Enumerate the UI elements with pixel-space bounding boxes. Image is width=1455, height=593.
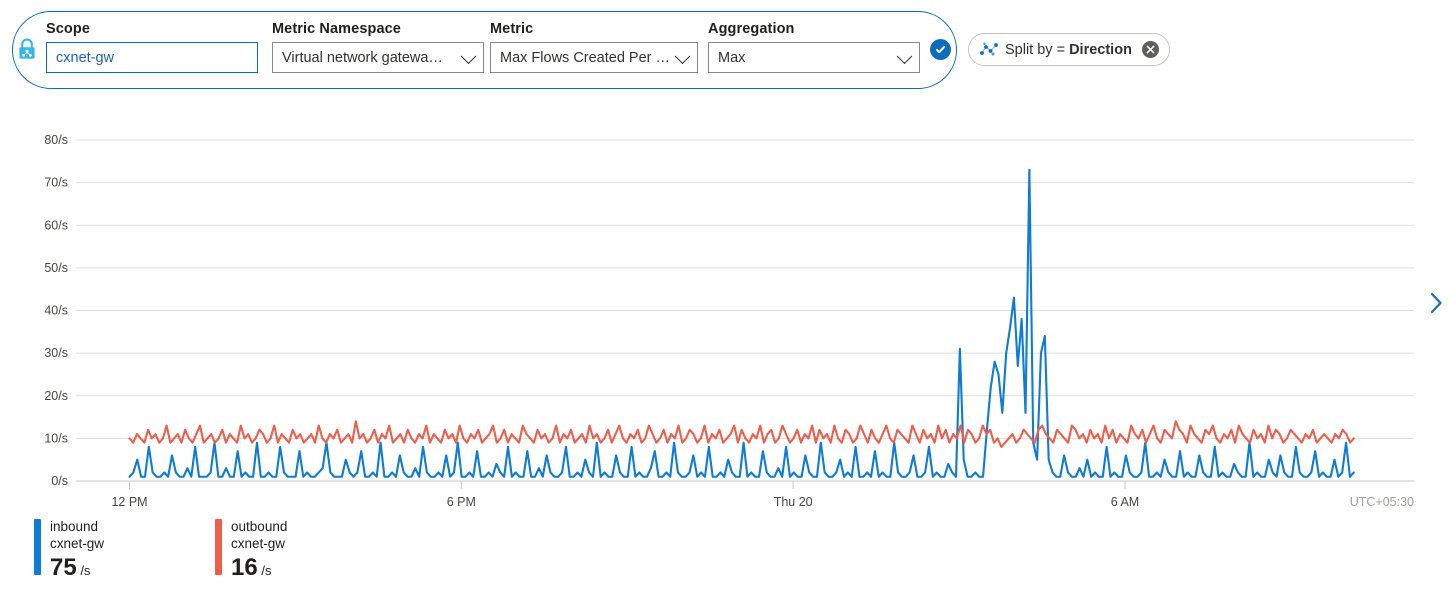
metrics-chart: 0/s 10/s 20/s 30/s 40/s 50/s 60/s 70/s 80/s 12 P… [0,96,1455,526]
expand-panel-button[interactable] [1430,292,1443,314]
x-axis-tick: Thu 20 [774,495,813,509]
split-by-value: Direction [1069,42,1132,58]
aggregation-value: Max [709,50,745,66]
legend-resource-name: cxnet-gw [50,536,104,552]
metric-dropdown[interactable]: Max Flows Created Per … [490,42,698,73]
aggregation-dropdown[interactable]: Max [708,42,920,73]
legend-item-outbound[interactable]: outboundcxnet-gw 16 /s [215,519,287,585]
chevron-right-icon [1430,292,1443,314]
split-by-prefix: Split by = [1005,42,1069,58]
metric-value: Max Flows Created Per … [491,50,670,66]
legend-value: 16 /s [231,554,287,585]
vpn-gateway-lock-icon [14,36,40,62]
chevron-down-icon [675,48,691,64]
metric-namespace-value: Virtual network gatewa… [273,50,443,66]
chart-series-line-outbound [130,421,1354,447]
legend-series-name: outbound [231,519,287,535]
chevron-down-icon [461,48,477,64]
metric-namespace-field: Metric Namespace Virtual network gatewa… [272,20,484,73]
chart-legend: inboundcxnet-gw75 /soutboundcxnet-gw16 /… [34,519,287,585]
split-by-close-button[interactable] [1142,41,1159,58]
y-axis-tick: 20/s [44,389,68,403]
chart-x-axis: 12 PM 6 PM Thu 20 6 AM [111,481,1139,509]
apply-button[interactable] [930,39,951,60]
chart-timezone-label: UTC+05:30 [1350,495,1414,509]
metrics-toolbar: Scope cxnet-gw Metric Namespace Virtual … [0,0,1455,96]
legend-resource-name: cxnet-gw [231,536,287,552]
x-axis-tick: 6 PM [447,495,476,509]
scope-input[interactable]: cxnet-gw [46,42,258,73]
metric-field: Metric Max Flows Created Per … [490,20,698,73]
legend-unit: /s [258,563,272,578]
close-icon [1146,45,1155,54]
legend-color-swatch [34,519,41,575]
legend-unit: /s [77,563,91,578]
y-axis-tick: 70/s [44,176,68,190]
metric-namespace-dropdown[interactable]: Virtual network gatewa… [272,42,484,73]
y-axis-tick: 30/s [44,346,68,360]
scope-label: Scope [46,20,258,38]
chart-y-axis: 0/s 10/s 20/s 30/s 40/s 50/s 60/s 70/s 80/s [44,133,68,488]
split-by-chip[interactable]: Split by = Direction [968,33,1170,66]
x-axis-tick: 12 PM [111,495,147,509]
y-axis-tick: 60/s [44,218,68,232]
chevron-down-icon [897,48,913,64]
legend-series-name: inbound [50,519,104,535]
metric-label: Metric [490,20,698,38]
y-axis-tick: 10/s [44,431,68,445]
y-axis-tick: 80/s [44,133,68,147]
aggregation-label: Aggregation [708,20,920,38]
aggregation-field: Aggregation Max [708,20,920,73]
legend-item-inbound[interactable]: inboundcxnet-gw 75 /s [34,519,104,585]
y-axis-tick: 50/s [44,261,68,275]
y-axis-tick: 0/s [51,474,68,488]
legend-value: 75 /s [50,554,104,585]
x-axis-tick: 6 AM [1111,495,1140,509]
check-circle-icon [934,43,947,56]
scope-field: Scope cxnet-gw [46,20,258,73]
chart-series-group [130,170,1354,477]
split-by-text: Split by = Direction [1005,42,1132,58]
metric-namespace-label: Metric Namespace [272,20,484,38]
legend-color-swatch [215,519,222,575]
split-scatter-icon [980,42,998,57]
scope-value: cxnet-gw [47,50,114,66]
chart-plot: 0/s 10/s 20/s 30/s 40/s 50/s 60/s 70/s 80/s 12 P… [0,96,1455,526]
y-axis-tick: 40/s [44,304,68,318]
